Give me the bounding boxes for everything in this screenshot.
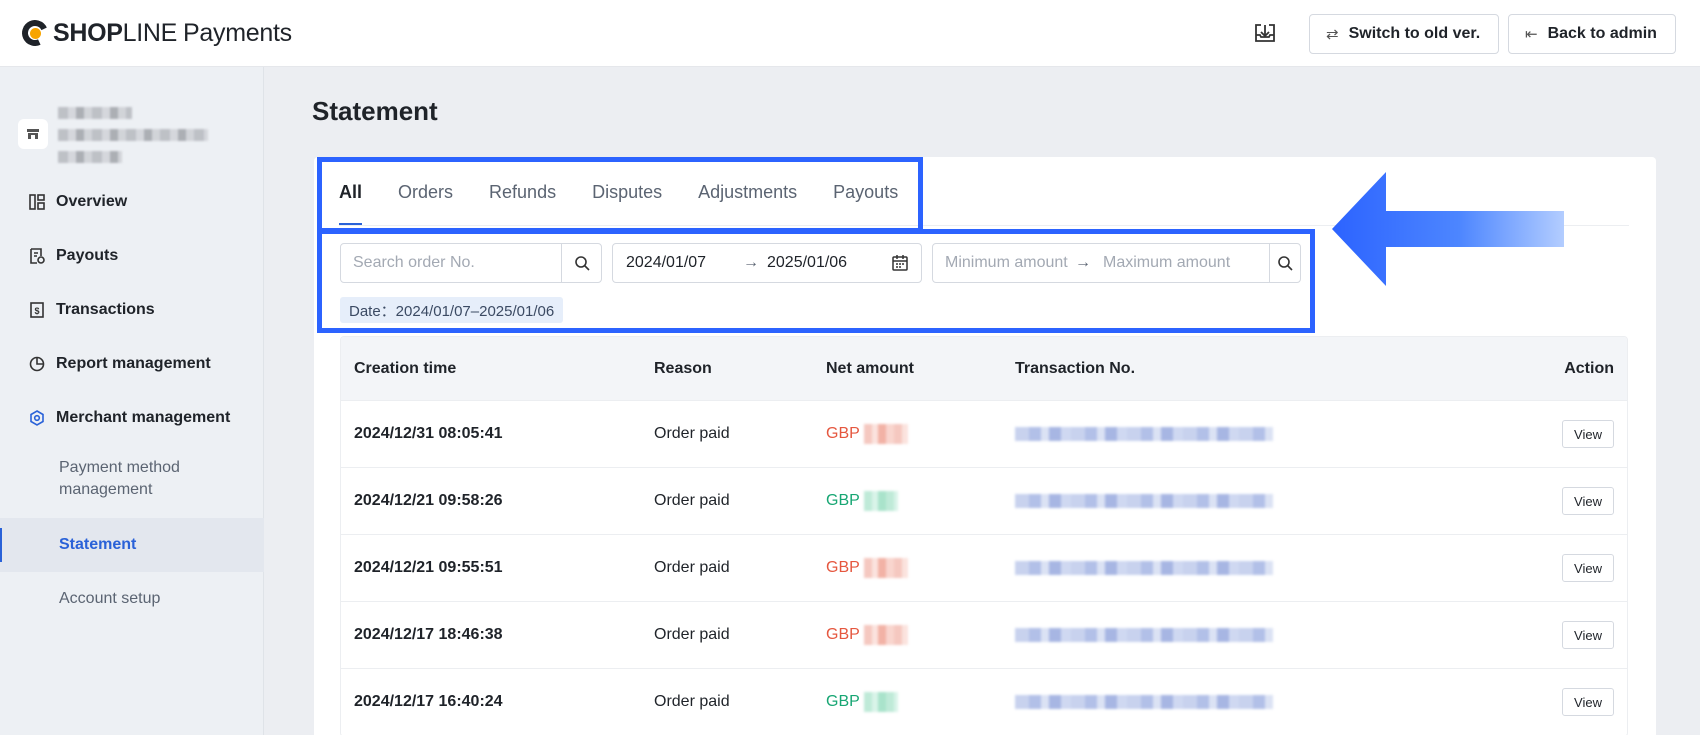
reason: Order paid [654, 693, 730, 710]
merchant-id-redacted [58, 129, 208, 141]
sidebar-item-merchant-management[interactable]: Merchant management [0, 391, 264, 445]
hexagon-gear-icon [27, 408, 47, 428]
merchant-info[interactable] [18, 93, 228, 169]
creation-time: 2024/12/17 16:40:24 [354, 693, 503, 710]
transaction-no-redacted [1015, 427, 1273, 441]
swap-icon: ⇄ [1326, 26, 1339, 43]
col-action: Action [1564, 359, 1614, 377]
tabs-highlight-box [317, 157, 923, 233]
sidebar-item-account-setup[interactable]: Account setup [0, 572, 264, 626]
transaction-no [1015, 669, 1273, 735]
amount-redacted [863, 424, 908, 444]
merchant-name-redacted [58, 107, 132, 119]
store-icon [18, 119, 48, 149]
view-button[interactable]: View [1562, 420, 1614, 448]
receipt-icon [27, 246, 47, 266]
amount-redacted [863, 625, 908, 645]
net-amount: GBP [826, 468, 898, 534]
sidebar-item-statement[interactable]: Statement [0, 518, 264, 572]
statement-table: Creation time Reason Net amount Transact… [340, 336, 1628, 735]
col-creation-time: Creation time [354, 359, 457, 377]
download-tray-icon[interactable] [1252, 20, 1278, 46]
table-header: Creation time Reason Net amount Transact… [341, 337, 1627, 401]
transaction-no [1015, 401, 1273, 467]
dollar-doc-icon: $ [27, 300, 47, 320]
pointing-arrow-icon [1332, 172, 1564, 286]
top-header: SHOPLINE Payments ⇄ Switch to old ver. ⇤ … [0, 0, 1700, 67]
reason: Order paid [654, 492, 730, 509]
net-amount: GBP [826, 602, 908, 668]
transaction-no [1015, 602, 1273, 668]
pie-chart-icon [27, 354, 47, 374]
filters-highlight-box [317, 229, 1315, 333]
sidebar-item-payment-method-management[interactable]: Payment method management [0, 452, 264, 506]
shopline-payments-logo[interactable]: SHOPLINE Payments [18, 16, 292, 50]
transaction-no-redacted [1015, 494, 1273, 508]
table-row: 2024/12/17 18:46:38 Order paid GBP View [341, 602, 1627, 669]
creation-time: 2024/12/21 09:55:51 [354, 559, 503, 576]
net-amount: GBP [826, 401, 908, 467]
reason: Order paid [654, 559, 730, 576]
amount-redacted [863, 491, 898, 511]
amount-redacted [863, 692, 898, 712]
reason: Order paid [654, 626, 730, 643]
grid-icon [27, 192, 47, 212]
view-button[interactable]: View [1562, 554, 1614, 582]
net-amount: GBP [826, 535, 908, 601]
transaction-no-redacted [1015, 561, 1273, 575]
switch-old-version-button[interactable]: ⇄ Switch to old ver. [1309, 14, 1499, 54]
table-row: 2024/12/21 09:55:51 Order paid GBP View [341, 535, 1627, 602]
transaction-no-redacted [1015, 628, 1273, 642]
sidebar-item-payouts[interactable]: Payouts [0, 229, 264, 283]
creation-time: 2024/12/31 08:05:41 [354, 425, 503, 442]
sidebar-item-report-management[interactable]: Report management [0, 337, 264, 391]
net-amount: GBP [826, 669, 898, 735]
exit-icon: ⇤ [1525, 26, 1538, 43]
page-title: Statement [312, 96, 438, 126]
view-button[interactable]: View [1562, 621, 1614, 649]
transaction-no [1015, 535, 1273, 601]
col-reason: Reason [654, 359, 712, 377]
table-row: 2024/12/31 08:05:41 Order paid GBP View [341, 401, 1627, 468]
table-row: 2024/12/21 09:58:26 Order paid GBP View [341, 468, 1627, 535]
reason: Order paid [654, 425, 730, 442]
view-button[interactable]: View [1562, 487, 1614, 515]
sidebar: Overview Payouts $ Transactions Report m… [0, 67, 264, 735]
col-net-amount: Net amount [826, 359, 914, 377]
svg-text:$: $ [34, 306, 39, 316]
transaction-no-redacted [1015, 695, 1273, 709]
sidebar-item-overview[interactable]: Overview [0, 175, 264, 229]
amount-redacted [863, 558, 908, 578]
transaction-no [1015, 468, 1273, 534]
merchant-detail-redacted [58, 151, 122, 163]
back-to-admin-button[interactable]: ⇤ Back to admin [1508, 14, 1676, 54]
table-row: 2024/12/17 16:40:24 Order paid GBP View [341, 669, 1627, 735]
sidebar-item-transactions[interactable]: $ Transactions [0, 283, 264, 337]
logo-mark-icon [18, 16, 52, 50]
creation-time: 2024/12/21 09:58:26 [354, 492, 503, 509]
view-button[interactable]: View [1562, 688, 1614, 716]
creation-time: 2024/12/17 18:46:38 [354, 626, 503, 643]
col-transaction-no: Transaction No. [1015, 359, 1136, 377]
